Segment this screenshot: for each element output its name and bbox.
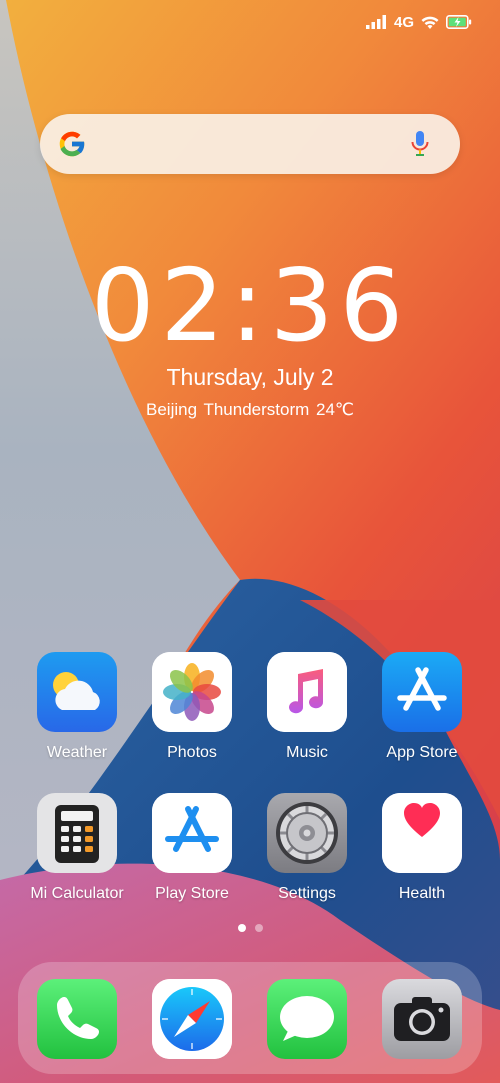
app-label: Mi Calculator bbox=[30, 885, 124, 902]
network-type: 4G bbox=[393, 13, 414, 31]
app-settings[interactable]: Settings bbox=[247, 793, 367, 903]
app-app-store[interactable]: App Store bbox=[362, 652, 482, 762]
app-photos[interactable]: Photos bbox=[132, 652, 252, 762]
google-logo-icon bbox=[59, 131, 86, 157]
app-store-icon bbox=[382, 652, 462, 732]
battery-charging-icon bbox=[446, 15, 472, 29]
google-search-bar[interactable] bbox=[40, 114, 460, 174]
page-dot[interactable] bbox=[254, 924, 263, 932]
app-weather[interactable]: Weather bbox=[17, 652, 137, 762]
app-label: Settings bbox=[278, 885, 336, 902]
page-indicator[interactable] bbox=[0, 924, 500, 932]
clock-time[interactable]: 02:36 bbox=[0, 246, 500, 366]
calculator-icon bbox=[37, 793, 117, 873]
app-label: App Store bbox=[386, 744, 458, 761]
camera-icon[interactable] bbox=[382, 979, 462, 1059]
page-dot-active[interactable] bbox=[237, 924, 246, 932]
safari-icon[interactable] bbox=[152, 979, 232, 1059]
app-label: Photos bbox=[167, 744, 217, 761]
signal-icon bbox=[365, 15, 386, 29]
app-play-store[interactable]: Play Store bbox=[132, 793, 252, 903]
app-label: Play Store bbox=[155, 885, 229, 902]
messages-icon[interactable] bbox=[267, 979, 347, 1059]
app-label: Weather bbox=[46, 744, 108, 761]
microphone-icon[interactable] bbox=[410, 130, 430, 158]
status-bar: 4G bbox=[365, 10, 472, 34]
app-mi-calculator[interactable]: Mi Calculator bbox=[17, 793, 137, 903]
settings-gear-icon bbox=[267, 793, 347, 873]
health-heart-icon bbox=[382, 793, 462, 873]
photos-icon bbox=[152, 652, 232, 732]
weather-icon bbox=[37, 652, 117, 732]
play-store-icon bbox=[152, 793, 232, 873]
phone-icon[interactable] bbox=[37, 979, 117, 1059]
music-icon bbox=[267, 652, 347, 732]
wifi-icon bbox=[421, 16, 439, 29]
date-text: Thursday, July 2 bbox=[166, 364, 334, 390]
app-music[interactable]: Music bbox=[247, 652, 367, 762]
app-label: Music bbox=[286, 744, 328, 761]
app-label: Health bbox=[398, 885, 446, 902]
app-health[interactable]: Health bbox=[362, 793, 482, 903]
weather-summary: Beijing Thunderstorm 24℃ bbox=[146, 400, 354, 419]
